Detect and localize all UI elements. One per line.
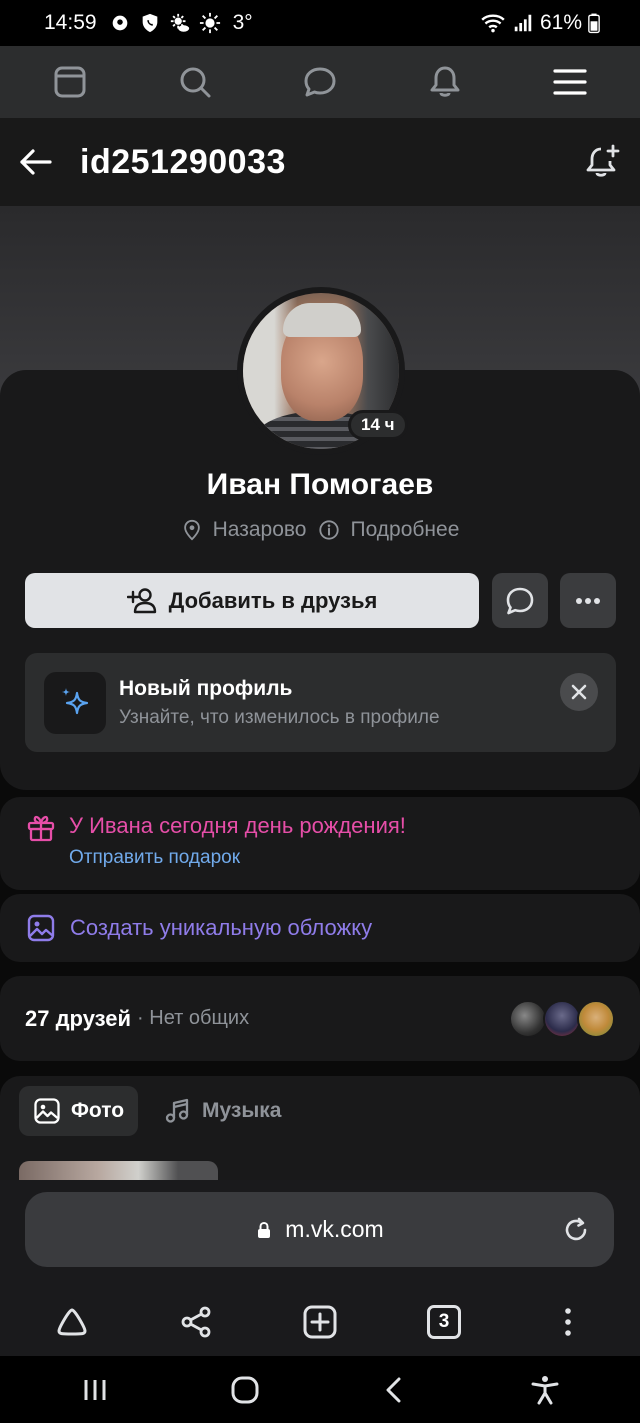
tab-photos-label: Фото (71, 1099, 125, 1122)
browser-toolbar: 3 (0, 1290, 640, 1354)
nav-home-button[interactable] (38, 50, 102, 114)
battery-percent: 61% (539, 11, 582, 34)
accessibility-icon (531, 1375, 559, 1404)
friend-avatars (509, 999, 615, 1038)
tab-music-label: Музыка (202, 1099, 282, 1122)
weather-cloud-sun-icon (170, 13, 189, 32)
url-text: m.vk.com (285, 1216, 384, 1242)
tabs-button[interactable]: 3 (414, 1292, 474, 1352)
message-icon (506, 587, 534, 614)
details-label: Подробнее (350, 518, 460, 541)
close-banner-button[interactable] (560, 673, 598, 711)
address-bar[interactable]: m.vk.com (25, 1192, 614, 1267)
browser-home-icon (57, 1308, 87, 1336)
browser-menu-button[interactable] (538, 1292, 598, 1352)
notification-icon (112, 15, 127, 31)
music-note-icon (165, 1098, 189, 1123)
mutual-friends: · Нет общих (137, 1007, 250, 1029)
accessibility-button[interactable] (515, 1360, 575, 1420)
image-icon (27, 914, 55, 942)
nav-search-button[interactable] (163, 50, 227, 114)
recent-apps-icon (84, 1379, 106, 1400)
home-button[interactable] (215, 1360, 275, 1420)
details-link[interactable]: Подробнее (318, 518, 459, 542)
sun-icon (199, 12, 220, 34)
profile-meta: Назарово Подробнее (0, 518, 640, 542)
birthday-card: У Ивана сегодня день рождения! Отправить… (0, 797, 640, 890)
status-icons: 3° (109, 11, 253, 35)
tab-photos[interactable]: Фото (19, 1086, 139, 1136)
friends-count: 27 друзей (25, 1005, 132, 1031)
window-icon (54, 66, 86, 98)
tabs-count: 3 (427, 1305, 461, 1339)
create-cover-label: Создать уникальную обложку (70, 915, 373, 940)
friends-row[interactable]: 27 друзей · Нет общих (0, 976, 640, 1061)
share-icon (181, 1306, 211, 1338)
back-button[interactable] (365, 1360, 425, 1420)
browser-home-button[interactable] (42, 1292, 102, 1352)
profile-name: Иван Помогаев (206, 468, 434, 501)
send-gift-link[interactable]: Отправить подарок (69, 847, 240, 869)
home-circle-icon (231, 1376, 259, 1403)
search-icon (180, 67, 211, 98)
message-icon (304, 67, 336, 97)
last-seen-badge: 14 ч (348, 410, 408, 440)
recent-apps-button[interactable] (65, 1360, 125, 1420)
status-bar: 14:59 3° 61% (0, 0, 640, 46)
top-navigation (0, 46, 640, 118)
new-tab-button[interactable] (290, 1292, 350, 1352)
chevron-left-icon (386, 1377, 401, 1402)
create-cover-button[interactable]: Создать уникальную обложку (0, 894, 640, 962)
message-button[interactable] (492, 573, 548, 628)
media-section: Фото Музыка (0, 1076, 640, 1186)
back-arrow-icon[interactable] (18, 144, 54, 180)
bell-plus-icon[interactable] (584, 143, 622, 181)
share-button[interactable] (166, 1292, 226, 1352)
nav-messages-button[interactable] (288, 50, 352, 114)
friend-avatar (543, 999, 581, 1038)
battery-icon (588, 13, 600, 34)
signal-icon (514, 14, 532, 32)
profile-city: Назарово (181, 518, 307, 542)
status-time: 14:59 (44, 11, 97, 34)
menu-icon (552, 69, 587, 95)
shield-phone-icon (142, 13, 157, 33)
wifi-icon (481, 14, 505, 33)
status-temperature: 3° (232, 11, 253, 34)
birthday-title: У Ивана сегодня день рождения! (69, 813, 406, 838)
nav-notifications-button[interactable] (413, 50, 477, 114)
add-friend-button[interactable]: Добавить в друзья (25, 573, 479, 628)
friend-avatar (577, 999, 615, 1038)
location-pin-icon (183, 519, 200, 541)
reload-icon[interactable] (562, 1216, 590, 1244)
new-profile-banner[interactable]: Новый профиль Узнайте, что изменилось в … (25, 653, 616, 752)
close-icon (571, 684, 587, 700)
plus-square-icon (303, 1305, 337, 1339)
sparkle-icon (62, 688, 89, 715)
city-label: Назарово (212, 518, 307, 541)
new-profile-subtitle: Узнайте, что изменилось в профиле (119, 707, 440, 728)
info-icon (319, 520, 340, 540)
add-friend-label: Добавить в друзья (168, 587, 378, 613)
status-right: 61% (480, 10, 600, 36)
new-profile-title: Новый профиль (119, 677, 293, 700)
photo-icon (34, 1098, 60, 1124)
bell-icon (430, 66, 460, 97)
lock-icon (258, 1221, 271, 1238)
more-button[interactable] (560, 573, 616, 628)
gift-icon (27, 815, 55, 842)
friend-avatar (509, 999, 547, 1038)
page-header: id251290033 (0, 118, 640, 206)
more-dots-icon (576, 597, 600, 604)
vertical-dots-icon (565, 1308, 571, 1336)
page-title: id251290033 (80, 142, 286, 181)
add-user-icon (126, 587, 156, 613)
tab-music[interactable]: Музыка (150, 1086, 295, 1136)
system-navigation (0, 1356, 640, 1423)
nav-menu-button[interactable] (538, 50, 602, 114)
sparkle-icon-box (44, 672, 106, 734)
